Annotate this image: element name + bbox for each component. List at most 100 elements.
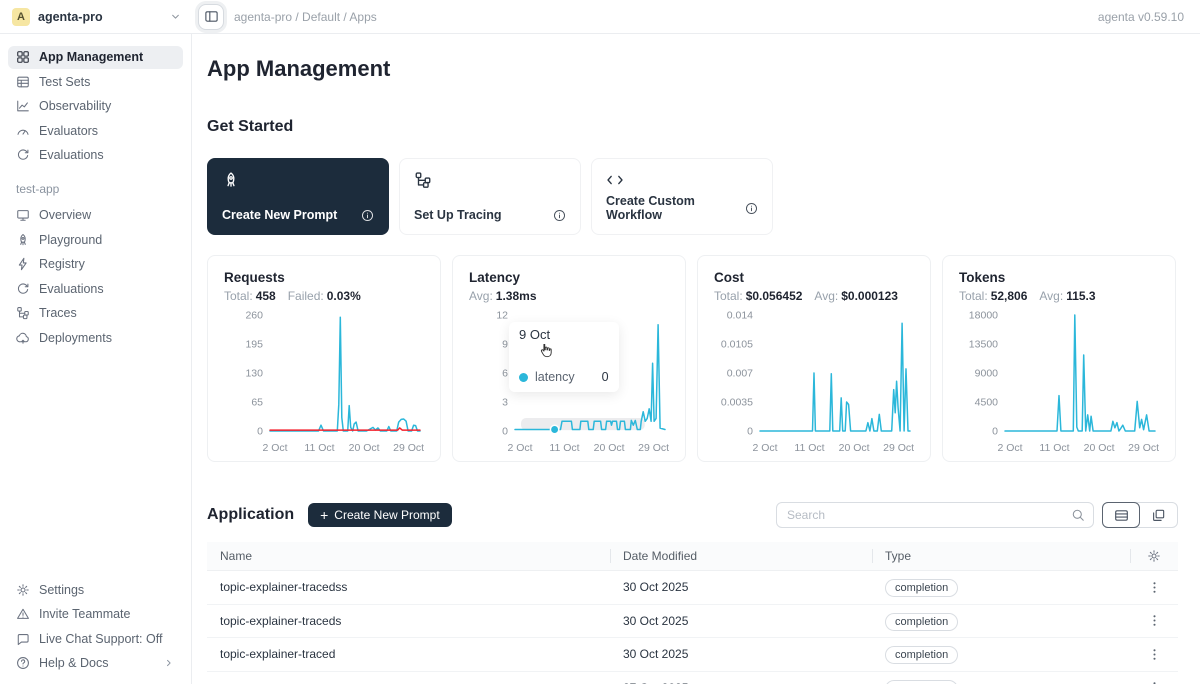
type-badge: completion	[885, 579, 958, 597]
card-set-up-tracing[interactable]: Set Up Tracing	[399, 158, 581, 235]
svg-text:2 Oct: 2 Oct	[262, 442, 287, 454]
cell-type: completion	[872, 580, 1130, 594]
sidebar-item-settings[interactable]: Settings	[8, 578, 183, 601]
card-create-new-prompt[interactable]: Create New Prompt	[207, 158, 389, 235]
chart-card-requests: Requests Total:458Failed:0.03% 065130195…	[207, 255, 441, 462]
workspace-switcher[interactable]: A agenta-pro	[0, 8, 192, 26]
rocket-icon	[16, 233, 30, 247]
sidebar-item-label: App Management	[39, 50, 143, 64]
sidebar-item-registry[interactable]: Registry	[8, 253, 183, 276]
code-icon	[606, 171, 624, 189]
sidebar-item-label: Evaluations	[39, 282, 104, 296]
cell-date-modified: 30 Oct 2025	[610, 614, 872, 628]
svg-text:11 Oct: 11 Oct	[794, 442, 824, 454]
svg-text:11 Oct: 11 Oct	[304, 442, 334, 454]
svg-text:11 Oct: 11 Oct	[1039, 442, 1069, 454]
sidebar-item-label: Invite Teammate	[39, 607, 130, 621]
chart-stat-failed: Failed:0.03%	[288, 289, 361, 303]
row-menu-button[interactable]	[1130, 680, 1178, 684]
chart-stats: Total:52,806Avg:115.3	[959, 289, 1159, 303]
sidebar-collapse-button[interactable]	[198, 4, 224, 30]
create-new-prompt-button[interactable]: + Create New Prompt	[308, 503, 452, 527]
table-body: topic-explainer-tracedss 30 Oct 2025 com…	[207, 571, 1178, 684]
type-badge: completion	[885, 613, 958, 631]
row-menu-button[interactable]	[1130, 647, 1178, 662]
sidebar-item-overview[interactable]: Overview	[8, 204, 183, 227]
series-dot-icon	[519, 373, 528, 382]
sidebar-item-label: Help & Docs	[39, 656, 108, 670]
rocket-icon	[222, 171, 240, 189]
sidebar-item-invite-teammate[interactable]: Invite Teammate	[8, 603, 183, 626]
card-create-custom-workflow[interactable]: Create Custom Workflow	[591, 158, 773, 235]
sidebar-item-label: Evaluations	[39, 148, 104, 162]
card-view-button[interactable]	[1139, 503, 1177, 527]
chart-stat-total: Total:$0.056452	[714, 289, 802, 303]
sidebar-item-evaluations[interactable]: Evaluations	[8, 144, 183, 167]
sidebar-item-deployments[interactable]: Deployments	[8, 326, 183, 349]
sidebar-item-label: Overview	[39, 208, 91, 222]
column-header-date-modified[interactable]: Date Modified	[610, 542, 872, 570]
sidebar-item-evaluators[interactable]: Evaluators	[8, 119, 183, 142]
table-row-topic-explainer-traceds[interactable]: topic-explainer-traceds 30 Oct 2025 comp…	[207, 605, 1178, 639]
row-menu-button[interactable]	[1130, 613, 1178, 628]
chart-plot-cost[interactable]: 00.00350.0070.01050.0142 Oct11 Oct20 Oct…	[714, 305, 916, 457]
table-row-topic-explainer-traced[interactable]: topic-explainer-traced 30 Oct 2025 compl…	[207, 638, 1178, 672]
arrows-clockwise-icon	[16, 282, 30, 296]
sidebar-footer-nav: Settings Invite Teammate Live Chat Suppo…	[0, 577, 191, 684]
svg-text:0.0035: 0.0035	[721, 397, 753, 409]
chevron-down-icon[interactable]	[169, 10, 182, 23]
main-content: App Management Get Started Create New Pr…	[192, 34, 1200, 684]
sidebar-item-live-chat-support-off[interactable]: Live Chat Support: Off	[8, 627, 183, 650]
table-view-button[interactable]	[1102, 502, 1140, 528]
table-icon	[16, 75, 30, 89]
svg-text:11 Oct: 11 Oct	[549, 442, 579, 454]
sidebar-item-evaluations[interactable]: Evaluations	[8, 277, 183, 300]
column-settings[interactable]	[1130, 542, 1178, 570]
search-input[interactable]	[777, 508, 1063, 522]
chart-stats: Total:458Failed:0.03%	[224, 289, 424, 303]
sidebar-item-test-sets[interactable]: Test Sets	[8, 70, 183, 93]
sidebar-section-label: test-app	[0, 168, 191, 202]
gauge-icon	[16, 124, 30, 138]
svg-text:20 Oct: 20 Oct	[1084, 442, 1115, 454]
svg-text:12: 12	[496, 310, 508, 322]
card-label: Create Custom Workflow	[606, 194, 745, 222]
lightning-icon	[16, 257, 30, 271]
view-toggle	[1102, 502, 1178, 528]
search-icon[interactable]	[1063, 508, 1093, 522]
chart-title: Cost	[714, 270, 914, 285]
row-menu-button[interactable]	[1130, 580, 1178, 595]
get-started-cards: Create New Prompt Set Up Tracing Create …	[207, 158, 1178, 235]
sidebar-item-traces[interactable]: Traces	[8, 302, 183, 325]
chart-card-latency: Latency Avg:1.38ms 0369122 Oct11 Oct20 O…	[452, 255, 686, 462]
table-row-topic-explainer-tracedss[interactable]: topic-explainer-tracedss 30 Oct 2025 com…	[207, 571, 1178, 605]
cloud-icon	[16, 331, 30, 345]
table-row-career-assessment[interactable]: career-assessment 27 Oct 2025 completion	[207, 672, 1178, 684]
sidebar-item-observability[interactable]: Observability	[8, 95, 183, 118]
svg-text:18000: 18000	[969, 310, 998, 322]
chart-stat-avg: Avg:1.38ms	[469, 289, 537, 303]
svg-text:4500: 4500	[975, 397, 999, 409]
chart-plot-requests[interactable]: 0651301952602 Oct11 Oct20 Oct29 Oct	[224, 305, 426, 457]
monitor-icon	[16, 208, 30, 222]
sidebar-item-help-docs[interactable]: Help & Docs	[8, 652, 183, 675]
svg-text:0: 0	[502, 426, 508, 438]
chart-tooltip: 9 Oct latency 0	[509, 322, 619, 392]
svg-text:13500: 13500	[969, 339, 998, 351]
column-header-type[interactable]: Type	[872, 542, 1130, 570]
sidebar-item-label: Traces	[39, 306, 77, 320]
card-label: Create New Prompt	[222, 208, 337, 222]
breadcrumb[interactable]: agenta-pro / Default / Apps	[234, 10, 377, 24]
column-header-name[interactable]: Name	[207, 542, 610, 570]
svg-text:20 Oct: 20 Oct	[594, 442, 625, 454]
app-version: agenta v0.59.10	[1098, 10, 1200, 24]
table-header: NameDate ModifiedType	[207, 542, 1178, 571]
chart-plot-tokens[interactable]: 04500900013500180002 Oct11 Oct20 Oct29 O…	[959, 305, 1161, 457]
sidebar-item-label: Registry	[39, 257, 85, 271]
chart-stats: Total:$0.056452Avg:$0.000123	[714, 289, 914, 303]
svg-text:0.0105: 0.0105	[721, 339, 753, 351]
info-icon	[361, 209, 374, 222]
sidebar-item-label: Deployments	[39, 331, 112, 345]
sidebar-item-app-management[interactable]: App Management	[8, 46, 183, 69]
sidebar-item-playground[interactable]: Playground	[8, 228, 183, 251]
